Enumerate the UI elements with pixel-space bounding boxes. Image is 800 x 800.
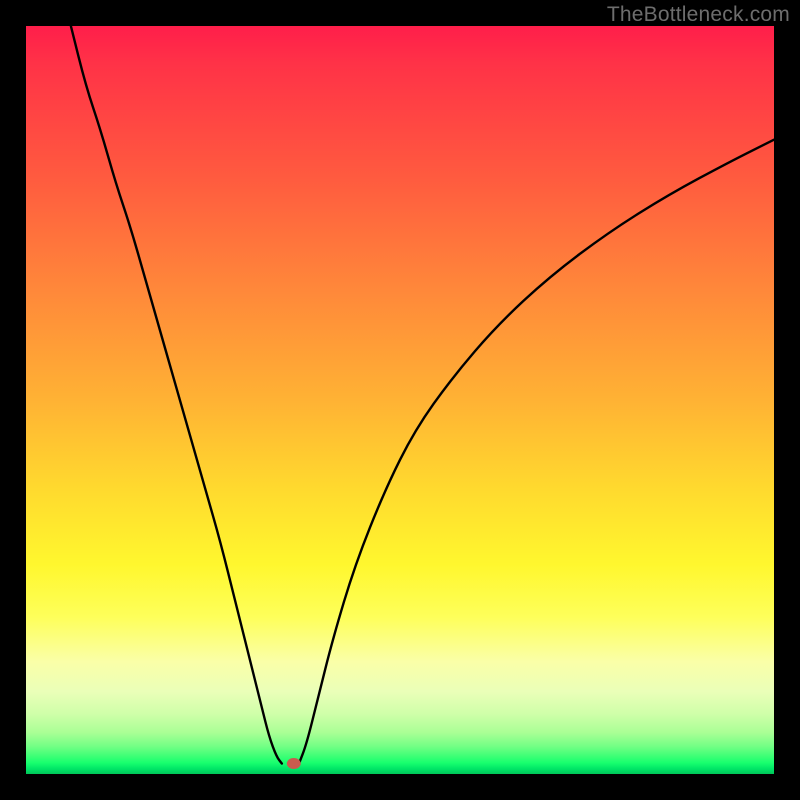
chart-frame: TheBottleneck.com (0, 0, 800, 800)
watermark-text: TheBottleneck.com (607, 3, 790, 27)
minimum-marker (287, 758, 301, 769)
plot-area (26, 26, 774, 774)
curve-right-branch (299, 140, 774, 764)
curve-left-branch (71, 26, 282, 764)
bottleneck-curve (26, 26, 774, 774)
